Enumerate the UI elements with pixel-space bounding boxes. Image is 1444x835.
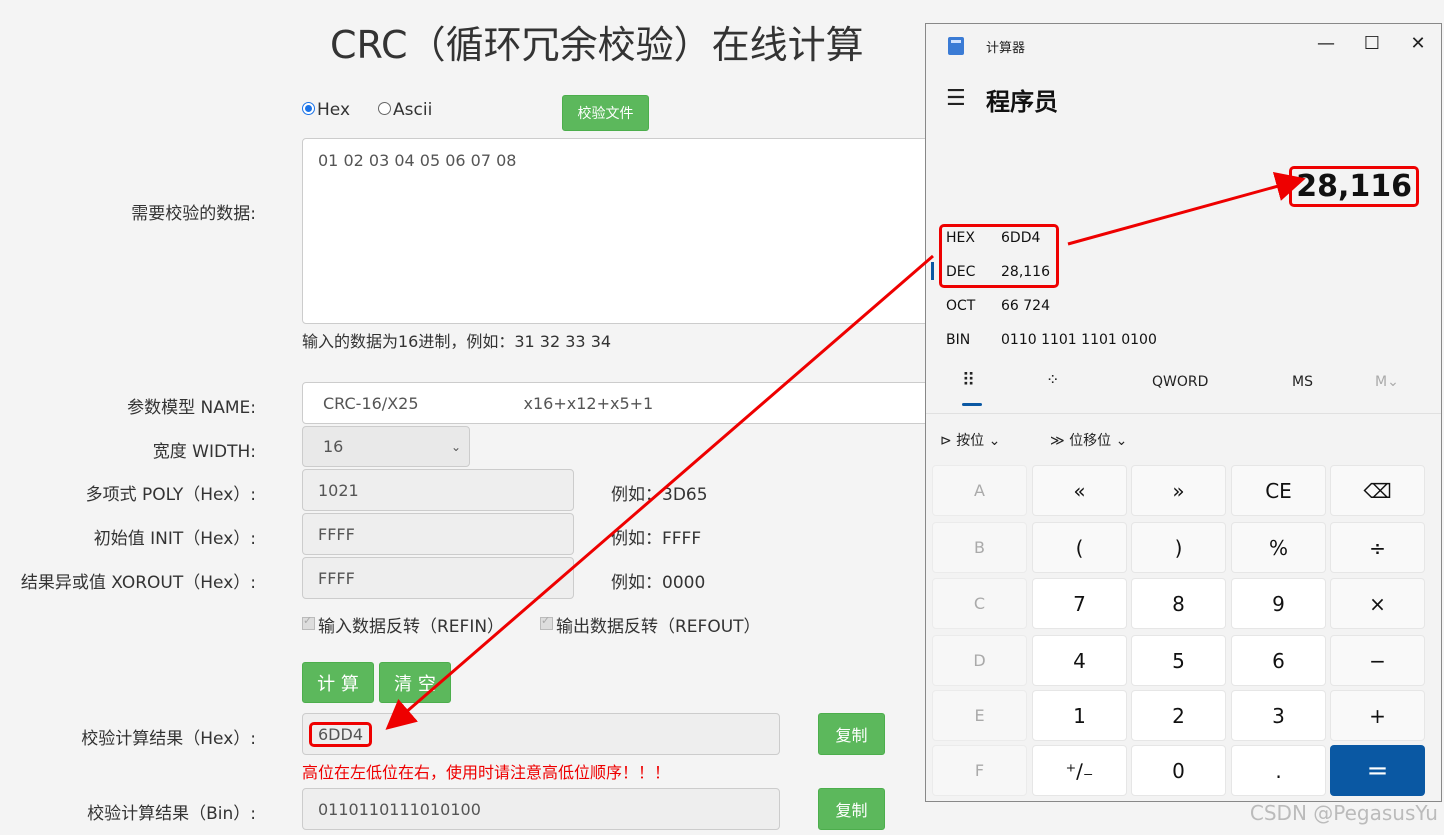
arrow-hex-to-display <box>1067 171 1306 246</box>
watermark: CSDN @PegasusYu <box>1249 801 1438 825</box>
arrow-dec-to-result <box>385 254 934 730</box>
annotation-arrows <box>385 171 1306 730</box>
